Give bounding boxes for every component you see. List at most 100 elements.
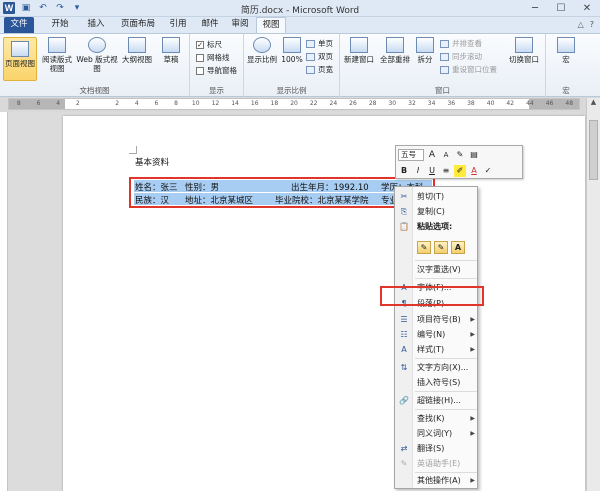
horizontal-ruler[interactable]: 8 6 4 2 2 4 6 8 10 12 14 16 18 20 22 24 26 28 30 32 34 36 38 40… xyxy=(8,98,580,110)
switch-windows-button[interactable]: 切换窗口 xyxy=(504,37,544,64)
two-pages-button[interactable]: 双页 xyxy=(306,51,333,62)
paragraph-highlight-box xyxy=(380,286,484,306)
minimize-ribbon-icon[interactable]: △ xyxy=(578,20,584,29)
ruler-number: 2 xyxy=(75,100,80,107)
paste-icon: 📋 xyxy=(399,222,409,231)
sync-scroll-button[interactable]: 同步滚动 xyxy=(440,51,482,62)
reset-position-button[interactable]: 重设窗口位置 xyxy=(440,64,497,75)
menu-item-styles[interactable]: A 样式(T) ▶ xyxy=(395,343,479,357)
align-icon[interactable]: ≡ xyxy=(440,165,452,177)
menu-item-synonyms[interactable]: 同义词(Y) ▶ xyxy=(395,427,479,441)
submenu-arrow-icon: ▶ xyxy=(470,430,475,437)
minimize-button[interactable]: ─ xyxy=(522,0,548,16)
group-label: 显示比例 xyxy=(276,86,307,95)
english-assistant-icon: ✎ xyxy=(400,459,408,468)
tab-review[interactable]: 审阅 xyxy=(226,17,254,33)
page-width-button[interactable]: 页宽 xyxy=(306,64,333,75)
macros-button[interactable]: 宏 xyxy=(552,37,580,64)
font-size-select[interactable]: 五号 xyxy=(398,149,424,161)
tab-mailings[interactable]: 邮件 xyxy=(196,17,224,33)
ruler-number: 40 xyxy=(486,100,495,107)
tab-view[interactable]: 视图 xyxy=(256,17,286,33)
menu-item-lookup[interactable]: 查找(K) ▶ xyxy=(395,412,479,426)
arrange-all-button[interactable]: 全部重排 xyxy=(378,37,412,64)
new-window-button[interactable]: 新建窗口 xyxy=(342,37,376,64)
sync-scroll-icon xyxy=(440,52,449,61)
print-layout-button[interactable]: 页面视图 xyxy=(3,37,37,81)
menu-item-hyperlink[interactable]: 🔗 超链接(H)... xyxy=(395,394,479,408)
tab-insert[interactable]: 插入 xyxy=(82,17,110,33)
italic-icon[interactable]: I xyxy=(412,165,424,177)
ruler-number: 32 xyxy=(408,100,416,107)
side-by-side-icon xyxy=(440,39,449,48)
clear-format-icon[interactable]: ✓ xyxy=(482,165,494,177)
tab-page-layout[interactable]: 页面布局 xyxy=(116,17,160,33)
menu-item-english-assistant[interactable]: ✎ 英语助手(E) xyxy=(395,457,479,471)
menu-item-translate[interactable]: ⇄ 翻译(S) xyxy=(395,442,479,456)
font-color-icon[interactable]: A xyxy=(468,165,480,177)
group-label: 宏 xyxy=(562,86,570,95)
help-icon[interactable]: ? xyxy=(590,20,594,29)
menu-item-insert-symbol[interactable]: 插入符号(S) xyxy=(395,376,479,390)
margin-corner-mark xyxy=(129,146,137,154)
menu-item-additional-actions[interactable]: 其他操作(A) ▶ xyxy=(395,474,479,488)
paste-merge-format-icon[interactable]: ✎ xyxy=(434,241,448,254)
paste-keep-format-icon[interactable]: ✎ xyxy=(417,241,431,254)
bold-icon[interactable]: B xyxy=(398,165,410,177)
ruler-number xyxy=(88,99,108,109)
shrink-font-icon[interactable]: A xyxy=(440,149,452,161)
vertical-ruler[interactable] xyxy=(0,112,8,491)
ruler-number: 42 xyxy=(506,100,515,107)
vertical-scrollbar[interactable]: ▲ xyxy=(586,98,600,491)
ruler-number: 34 xyxy=(427,100,436,107)
one-page-button[interactable]: 单页 xyxy=(306,38,333,49)
styles-icon[interactable]: ▤ xyxy=(468,149,480,161)
window-title: 简历.docx - Microsoft Word xyxy=(240,6,360,16)
menu-item-copy[interactable]: ⎘ 复制(C) xyxy=(395,205,479,219)
menu-separator xyxy=(415,260,477,261)
tab-file[interactable]: 文件 xyxy=(4,17,34,33)
copy-icon: ⎘ xyxy=(400,207,408,216)
menu-item-bullets[interactable]: ☰ 项目符号(B) ▶ xyxy=(395,313,479,327)
maximize-button[interactable]: ☐ xyxy=(548,0,574,16)
full-reading-button[interactable]: 阅读版式 视图 xyxy=(40,37,74,73)
scroll-up-icon[interactable]: ▲ xyxy=(587,98,600,110)
checkmark-icon: ✓ xyxy=(196,40,204,49)
ruler-checkbox[interactable]: ✓ 标尺 xyxy=(196,39,222,50)
group-document-views: 页面视图 阅读版式 视图 Web 版式视图 大纲视图 草稿 文档视图 xyxy=(0,34,190,97)
underline-icon[interactable]: U xyxy=(426,165,438,177)
tab-home[interactable]: 开始 xyxy=(46,17,74,33)
format-painter-icon[interactable]: ✎ xyxy=(454,149,466,161)
paste-text-only-icon[interactable]: A xyxy=(451,241,465,254)
gridlines-checkbox[interactable]: 网格线 xyxy=(196,52,230,63)
ruler-number: 4 xyxy=(56,100,61,107)
close-button[interactable]: ✕ xyxy=(574,0,600,16)
mini-toolbar: 五号 A A ✎ ▤ B I U ≡ ✐ A ✓ xyxy=(395,145,523,179)
scroll-thumb[interactable] xyxy=(589,120,598,180)
ribbon-tabs: 文件 开始 插入 页面布局 引用 邮件 审阅 视图 △ ? xyxy=(0,17,600,33)
menu-item-cut[interactable]: ✂ 剪切(T) xyxy=(395,190,479,204)
menu-separator xyxy=(415,472,477,473)
numbering-icon: ☷ xyxy=(400,330,408,339)
menu-item-text-direction[interactable]: ⇅ 文字方向(X)... xyxy=(395,361,479,375)
highlight-icon[interactable]: ✐ xyxy=(454,165,466,177)
zoom-button[interactable]: 显示比例 xyxy=(246,37,278,64)
zoom-100-button[interactable]: 100% xyxy=(280,37,304,64)
side-by-side-button[interactable]: 并排查看 xyxy=(440,38,482,49)
tab-references[interactable]: 引用 xyxy=(164,17,192,33)
draft-button[interactable]: 草稿 xyxy=(156,37,186,64)
outline-button[interactable]: 大纲视图 xyxy=(120,37,154,64)
grow-font-icon[interactable]: A xyxy=(426,149,438,161)
group-zoom: 显示比例 100% 单页 双页 页宽 显示比例 xyxy=(244,34,340,97)
menu-item-numbering[interactable]: ☷ 编号(N) ▶ xyxy=(395,328,479,342)
navigation-pane-checkbox[interactable]: 导航窗格 xyxy=(196,65,237,76)
bullets-icon: ☰ xyxy=(400,315,408,324)
menu-item-reconversion[interactable]: 汉字重选(V) xyxy=(395,263,479,277)
group-label: 窗口 xyxy=(435,86,450,95)
ruler-number: 46 xyxy=(545,100,554,107)
ruler-number: 30 xyxy=(388,100,397,107)
split-button[interactable]: 拆分 xyxy=(414,37,436,64)
ruler-number: 20 xyxy=(290,100,298,107)
group-show: ✓ 标尺 网格线 导航窗格 显示 xyxy=(190,34,244,97)
web-layout-button[interactable]: Web 版式视图 xyxy=(76,37,118,73)
